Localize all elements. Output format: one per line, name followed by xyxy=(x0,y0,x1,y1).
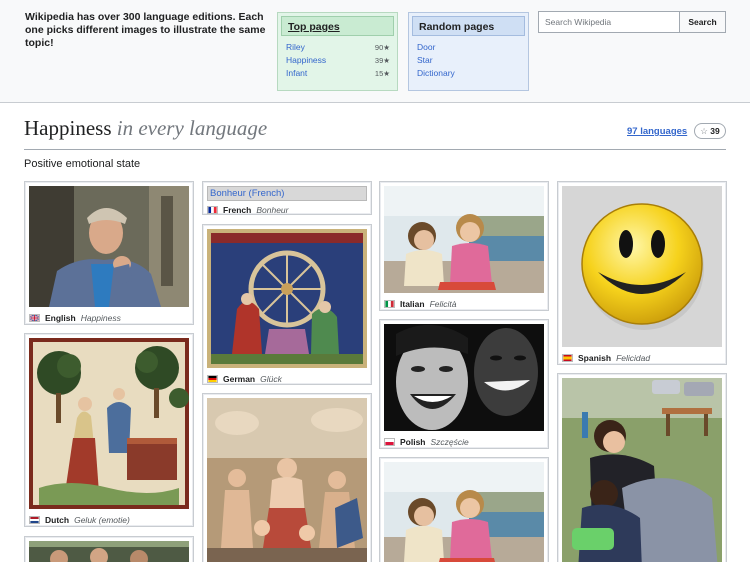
random-pages-panel: Random pages Door Star Dictionary xyxy=(408,12,529,91)
wheel-of-fortune-illustration xyxy=(207,229,367,368)
italy-flag-icon xyxy=(384,300,395,308)
divider xyxy=(24,149,726,150)
broken-image[interactable]: Bonheur (French) xyxy=(207,186,367,201)
card-caption: Italian Felicità xyxy=(384,298,544,310)
card-image[interactable] xyxy=(29,541,189,562)
language-name: Italian xyxy=(400,299,425,309)
image-card-polish[interactable]: Polish Szczęście xyxy=(379,319,549,449)
title-topic: Happiness xyxy=(24,116,112,140)
language-name: English xyxy=(45,313,76,323)
star-count: 39★ xyxy=(374,56,390,65)
language-name: German xyxy=(223,374,256,384)
medieval-garden-painting xyxy=(29,338,189,509)
random-page-link[interactable]: Star xyxy=(417,54,433,67)
language-name: Dutch xyxy=(45,515,70,525)
image-card[interactable] xyxy=(24,536,194,562)
star-count: 15★ xyxy=(374,69,390,78)
search-input[interactable] xyxy=(538,11,680,33)
image-card-dutch[interactable]: Dutch Geluk (emotie) xyxy=(24,333,194,527)
card-caption: French Bonheur xyxy=(207,204,367,215)
group-photo xyxy=(29,541,189,562)
language-name: Spanish xyxy=(578,353,612,363)
card-caption: Spanish Felicidad xyxy=(562,352,722,364)
card-image[interactable] xyxy=(384,462,544,562)
two-girls-laughing-photo xyxy=(384,462,544,562)
page-title: Happiness in every language xyxy=(24,116,267,141)
image-card-italian[interactable]: Italian Felicità xyxy=(379,181,549,311)
language-name: Polish xyxy=(400,437,426,447)
family-hug-photo xyxy=(562,378,722,562)
card-image[interactable] xyxy=(384,186,544,293)
list-item: Star xyxy=(417,54,521,67)
random-page-link[interactable]: Door xyxy=(417,41,435,54)
netherlands-flag-icon xyxy=(29,516,40,524)
star-count: 39 xyxy=(710,126,720,136)
search-button[interactable]: Search xyxy=(679,11,726,33)
top-pages-panel: Top pages Riley 90★ Happiness 39★ Infant 15… xyxy=(277,12,398,91)
language-name: French xyxy=(223,205,252,215)
elderly-man-photo xyxy=(29,186,189,307)
image-card[interactable] xyxy=(202,393,372,562)
star-icon: ☆ xyxy=(700,126,708,136)
article-title[interactable]: Happiness xyxy=(81,312,121,324)
card-image[interactable] xyxy=(562,186,722,347)
star-button[interactable]: ☆ 39 xyxy=(694,123,726,139)
card-image[interactable] xyxy=(29,186,189,307)
card-caption: German Glück xyxy=(207,373,367,384)
top-page-link[interactable]: Happiness xyxy=(286,54,326,67)
list-item: Infant 15★ xyxy=(286,67,390,80)
article-title[interactable]: Glück xyxy=(260,373,282,384)
top-pages-title[interactable]: Top pages xyxy=(281,16,394,36)
intro-text: Wikipedia has over 300 language editions… xyxy=(25,11,266,49)
article-title[interactable]: Felicidad xyxy=(616,352,650,364)
random-pages-title: Random pages xyxy=(412,16,525,36)
germany-flag-icon xyxy=(207,375,218,383)
article-title[interactable]: Felicità xyxy=(430,298,457,310)
header-bar: Wikipedia has over 300 language editions… xyxy=(0,0,750,103)
list-item: Dictionary xyxy=(417,67,521,80)
languages-link[interactable]: 97 languages xyxy=(627,126,687,137)
top-page-link[interactable]: Infant xyxy=(286,67,307,80)
random-page-link[interactable]: Dictionary xyxy=(417,67,455,80)
list-item: Happiness 39★ xyxy=(286,54,390,67)
france-flag-icon xyxy=(207,206,218,214)
card-caption: Polish Szczęście xyxy=(384,436,544,448)
star-count: 90★ xyxy=(374,43,390,52)
card-image[interactable] xyxy=(384,324,544,431)
card-caption: Dutch Geluk (emotie) xyxy=(29,514,189,526)
page-subtitle: Positive emotional state xyxy=(24,158,141,170)
poland-flag-icon xyxy=(384,438,395,446)
image-card[interactable] xyxy=(557,373,727,562)
image-card-french[interactable]: Bonheur (French) French Bonheur xyxy=(202,181,372,215)
article-title[interactable]: Bonheur xyxy=(256,204,288,214)
article-title[interactable]: Szczęście xyxy=(431,436,469,448)
card-image[interactable] xyxy=(207,229,367,368)
two-girls-laughing-photo xyxy=(384,186,544,293)
title-suffix: in every language xyxy=(116,116,268,140)
list-item: Door xyxy=(417,41,521,54)
classical-painting xyxy=(207,398,367,562)
image-card-english[interactable]: English Happiness xyxy=(24,181,194,325)
list-item: Riley 90★ xyxy=(286,41,390,54)
top-page-link[interactable]: Riley xyxy=(286,41,305,54)
spain-flag-icon xyxy=(562,354,573,362)
card-caption: English Happiness xyxy=(29,312,189,324)
image-card-german[interactable]: German Glück xyxy=(202,224,372,385)
laughing-faces-bw-photo xyxy=(384,324,544,431)
card-image[interactable] xyxy=(207,398,367,562)
smiley-face-icon xyxy=(562,186,722,347)
image-card-spanish[interactable]: Spanish Felicidad xyxy=(557,181,727,365)
card-image[interactable] xyxy=(562,378,722,562)
image-card[interactable] xyxy=(379,457,549,562)
article-title[interactable]: Geluk (emotie) xyxy=(74,514,130,526)
card-image[interactable] xyxy=(29,338,189,509)
uk-flag-icon xyxy=(29,314,40,322)
